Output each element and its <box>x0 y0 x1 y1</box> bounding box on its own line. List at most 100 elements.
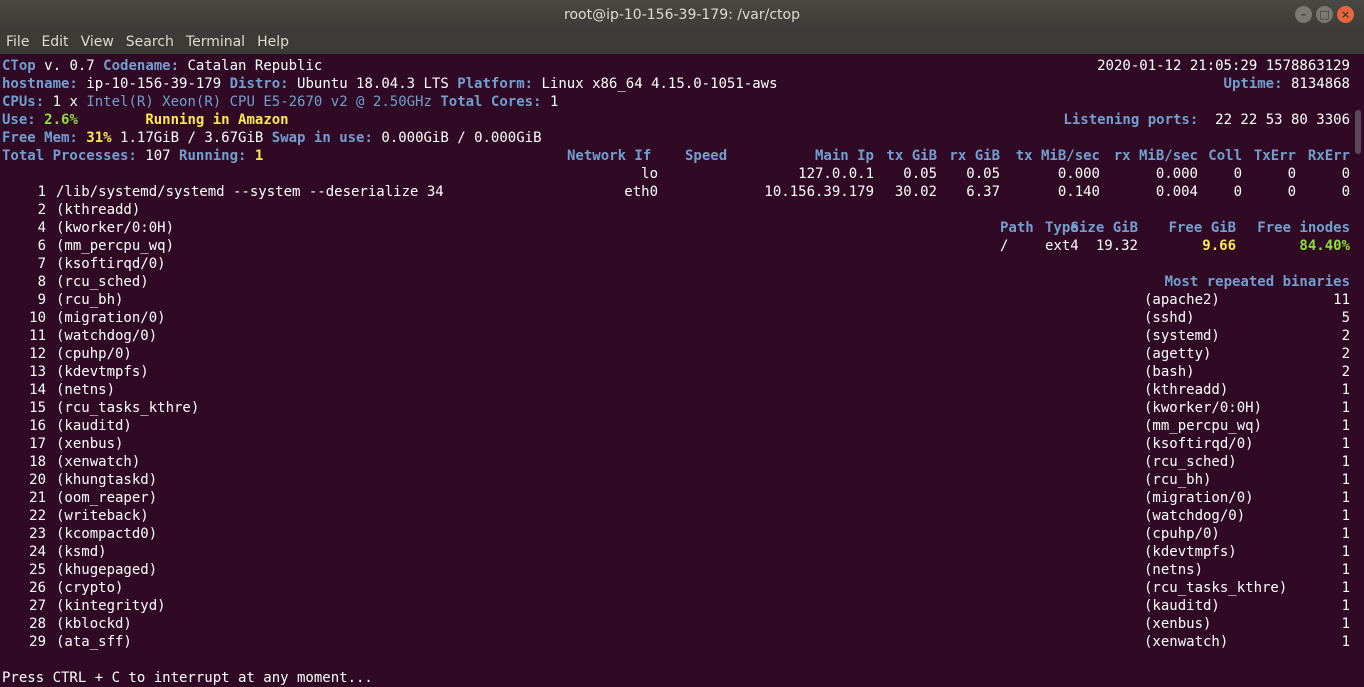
process-pid: 16 <box>29 418 46 434</box>
repeated-binary-name: (cpuhp/0) <box>1144 526 1220 542</box>
use-label: Use: <box>2 112 36 128</box>
net-row-tx: 0.05 <box>903 166 937 182</box>
process-pid: 7 <box>37 256 46 272</box>
net-row-rxerr: 0 <box>1341 166 1350 182</box>
repeated-binary-count: 11 <box>1333 292 1350 308</box>
repeated-binary-count: 2 <box>1341 346 1350 362</box>
disk-header-inodes: Free inodes <box>1257 220 1350 236</box>
menu-edit[interactable]: Edit <box>35 34 74 50</box>
process-pid: 13 <box>29 364 46 380</box>
net-row-coll: 0 <box>1233 184 1242 200</box>
procs-value: 107 <box>145 148 171 164</box>
repeated-binary-name: (systemd) <box>1144 328 1220 344</box>
scrollbar[interactable] <box>1350 54 1364 686</box>
process-pid: 27 <box>29 598 46 614</box>
process-name: /lib/systemd/systemd --system --deserial… <box>56 184 444 200</box>
repeated-binary-name: (migration/0) <box>1144 490 1254 506</box>
net-header-if: Network If <box>567 148 652 164</box>
process-name: (kworker/0:0H) <box>56 220 175 236</box>
process-pid: 29 <box>29 634 46 650</box>
repeated-binary-name: (kthreadd) <box>1144 382 1229 398</box>
process-name: (kauditd) <box>56 418 132 434</box>
running-value: 1 <box>254 148 264 164</box>
repeated-binary-name: (agetty) <box>1144 346 1212 362</box>
net-header-ip: Main Ip <box>814 148 874 164</box>
disk-header-free: Free GiB <box>1168 220 1236 236</box>
disk-inodes: 84.40% <box>1299 238 1350 254</box>
process-pid: 11 <box>29 328 46 344</box>
repeated-binary-count: 1 <box>1341 598 1350 614</box>
repeated-binary-count: 1 <box>1341 436 1350 452</box>
net-row-txerr: 0 <box>1287 166 1296 182</box>
footer-hint: Press CTRL + C to interrupt at any momen… <box>2 670 373 686</box>
maximize-icon[interactable]: □ <box>1316 6 1333 23</box>
use-value: 2.6% <box>44 112 78 128</box>
freemem-label: Free Mem: <box>2 130 78 146</box>
process-pid: 1 <box>37 184 46 200</box>
net-row-tx: 30.02 <box>894 184 937 200</box>
menu-search[interactable]: Search <box>120 34 180 50</box>
net-header-rxerr: RxErr <box>1307 148 1350 164</box>
process-name: (ata_sff) <box>56 634 132 650</box>
header-line-5: Free Mem: 31% 1.17GiB / 3.67GiB Swap in … <box>2 129 542 147</box>
repeated-binary-name: (mm_percpu_wq) <box>1144 418 1263 434</box>
net-header-rx: rx GiB <box>949 148 1000 164</box>
distro-value: Ubuntu 18.04.3 LTS <box>297 76 449 92</box>
repeated-binary-name: (kauditd) <box>1144 598 1220 614</box>
scrollbar-thumb[interactable] <box>1355 110 1361 154</box>
minimize-icon[interactable]: – <box>1295 6 1312 23</box>
running-in: Running in Amazon <box>145 112 289 128</box>
process-name: (crypto) <box>56 580 124 596</box>
process-name: (rcu_bh) <box>56 292 124 308</box>
window-title: root@ip-10-156-39-179: /var/ctop <box>564 7 800 23</box>
net-header-coll: Coll <box>1208 148 1242 164</box>
repeated-binary-name: (sshd) <box>1144 310 1195 326</box>
net-row-rx: 6.37 <box>966 184 1000 200</box>
repeated-binary-name: (bash) <box>1144 364 1195 380</box>
net-row-rxs: 0.004 <box>1155 184 1198 200</box>
process-name: (xenbus) <box>56 436 124 452</box>
net-row-rx: 0.05 <box>966 166 1000 182</box>
menu-file[interactable]: File <box>0 34 35 50</box>
net-header-tx: tx GiB <box>886 148 937 164</box>
disk-path: / <box>1000 238 1009 254</box>
header-line-4: Use: 2.6% Running in Amazon <box>2 111 289 129</box>
repeated-binary-count: 1 <box>1341 490 1350 506</box>
net-row-ip: 10.156.39.179 <box>764 184 874 200</box>
uptime-label: Uptime: <box>1223 76 1283 92</box>
hostname-value: ip-10-156-39-179 <box>86 76 222 92</box>
repeated-binary-count: 1 <box>1341 526 1350 542</box>
process-name: (kdevtmpfs) <box>56 364 149 380</box>
terminal-output[interactable]: CTop v. 0.7 Codename: Catalan Republic 2… <box>0 54 1350 686</box>
net-header-txerr: TxErr <box>1253 148 1296 164</box>
net-row-coll: 0 <box>1233 166 1242 182</box>
process-name: (migration/0) <box>56 310 166 326</box>
distro-label: Distro: <box>229 76 289 92</box>
net-header-txs: tx MiB/sec <box>1015 148 1100 164</box>
process-name: (xenwatch) <box>56 454 141 470</box>
repeated-binary-count: 1 <box>1341 418 1350 434</box>
menu-help[interactable]: Help <box>251 34 295 50</box>
ports-label: Listening ports: <box>1063 112 1199 128</box>
process-pid: 4 <box>37 220 46 236</box>
repeated-binary-count: 1 <box>1341 508 1350 524</box>
process-name: (cpuhp/0) <box>56 346 132 362</box>
process-name: (oom_reaper) <box>56 490 158 506</box>
net-row-rxs: 0.000 <box>1155 166 1198 182</box>
process-name: (netns) <box>56 382 116 398</box>
repeated-binary-name: (xenwatch) <box>1144 634 1229 650</box>
process-name: (khugepaged) <box>56 562 158 578</box>
window-titlebar[interactable]: root@ip-10-156-39-179: /var/ctop – □ × <box>0 0 1364 30</box>
process-pid: 12 <box>29 346 46 362</box>
menu-terminal[interactable]: Terminal <box>180 34 251 50</box>
menu-bar: File Edit View Search Terminal Help <box>0 30 1364 54</box>
process-pid: 8 <box>37 274 46 290</box>
repeated-binary-count: 1 <box>1341 454 1350 470</box>
disk-type: ext4 <box>1045 238 1079 254</box>
close-icon[interactable]: × <box>1337 6 1354 23</box>
net-row-txs: 0.140 <box>1057 184 1100 200</box>
process-name: (ksmd) <box>56 544 107 560</box>
menu-view[interactable]: View <box>75 34 120 50</box>
repeated-binary-count: 1 <box>1341 634 1350 650</box>
repeated-binary-count: 2 <box>1341 328 1350 344</box>
